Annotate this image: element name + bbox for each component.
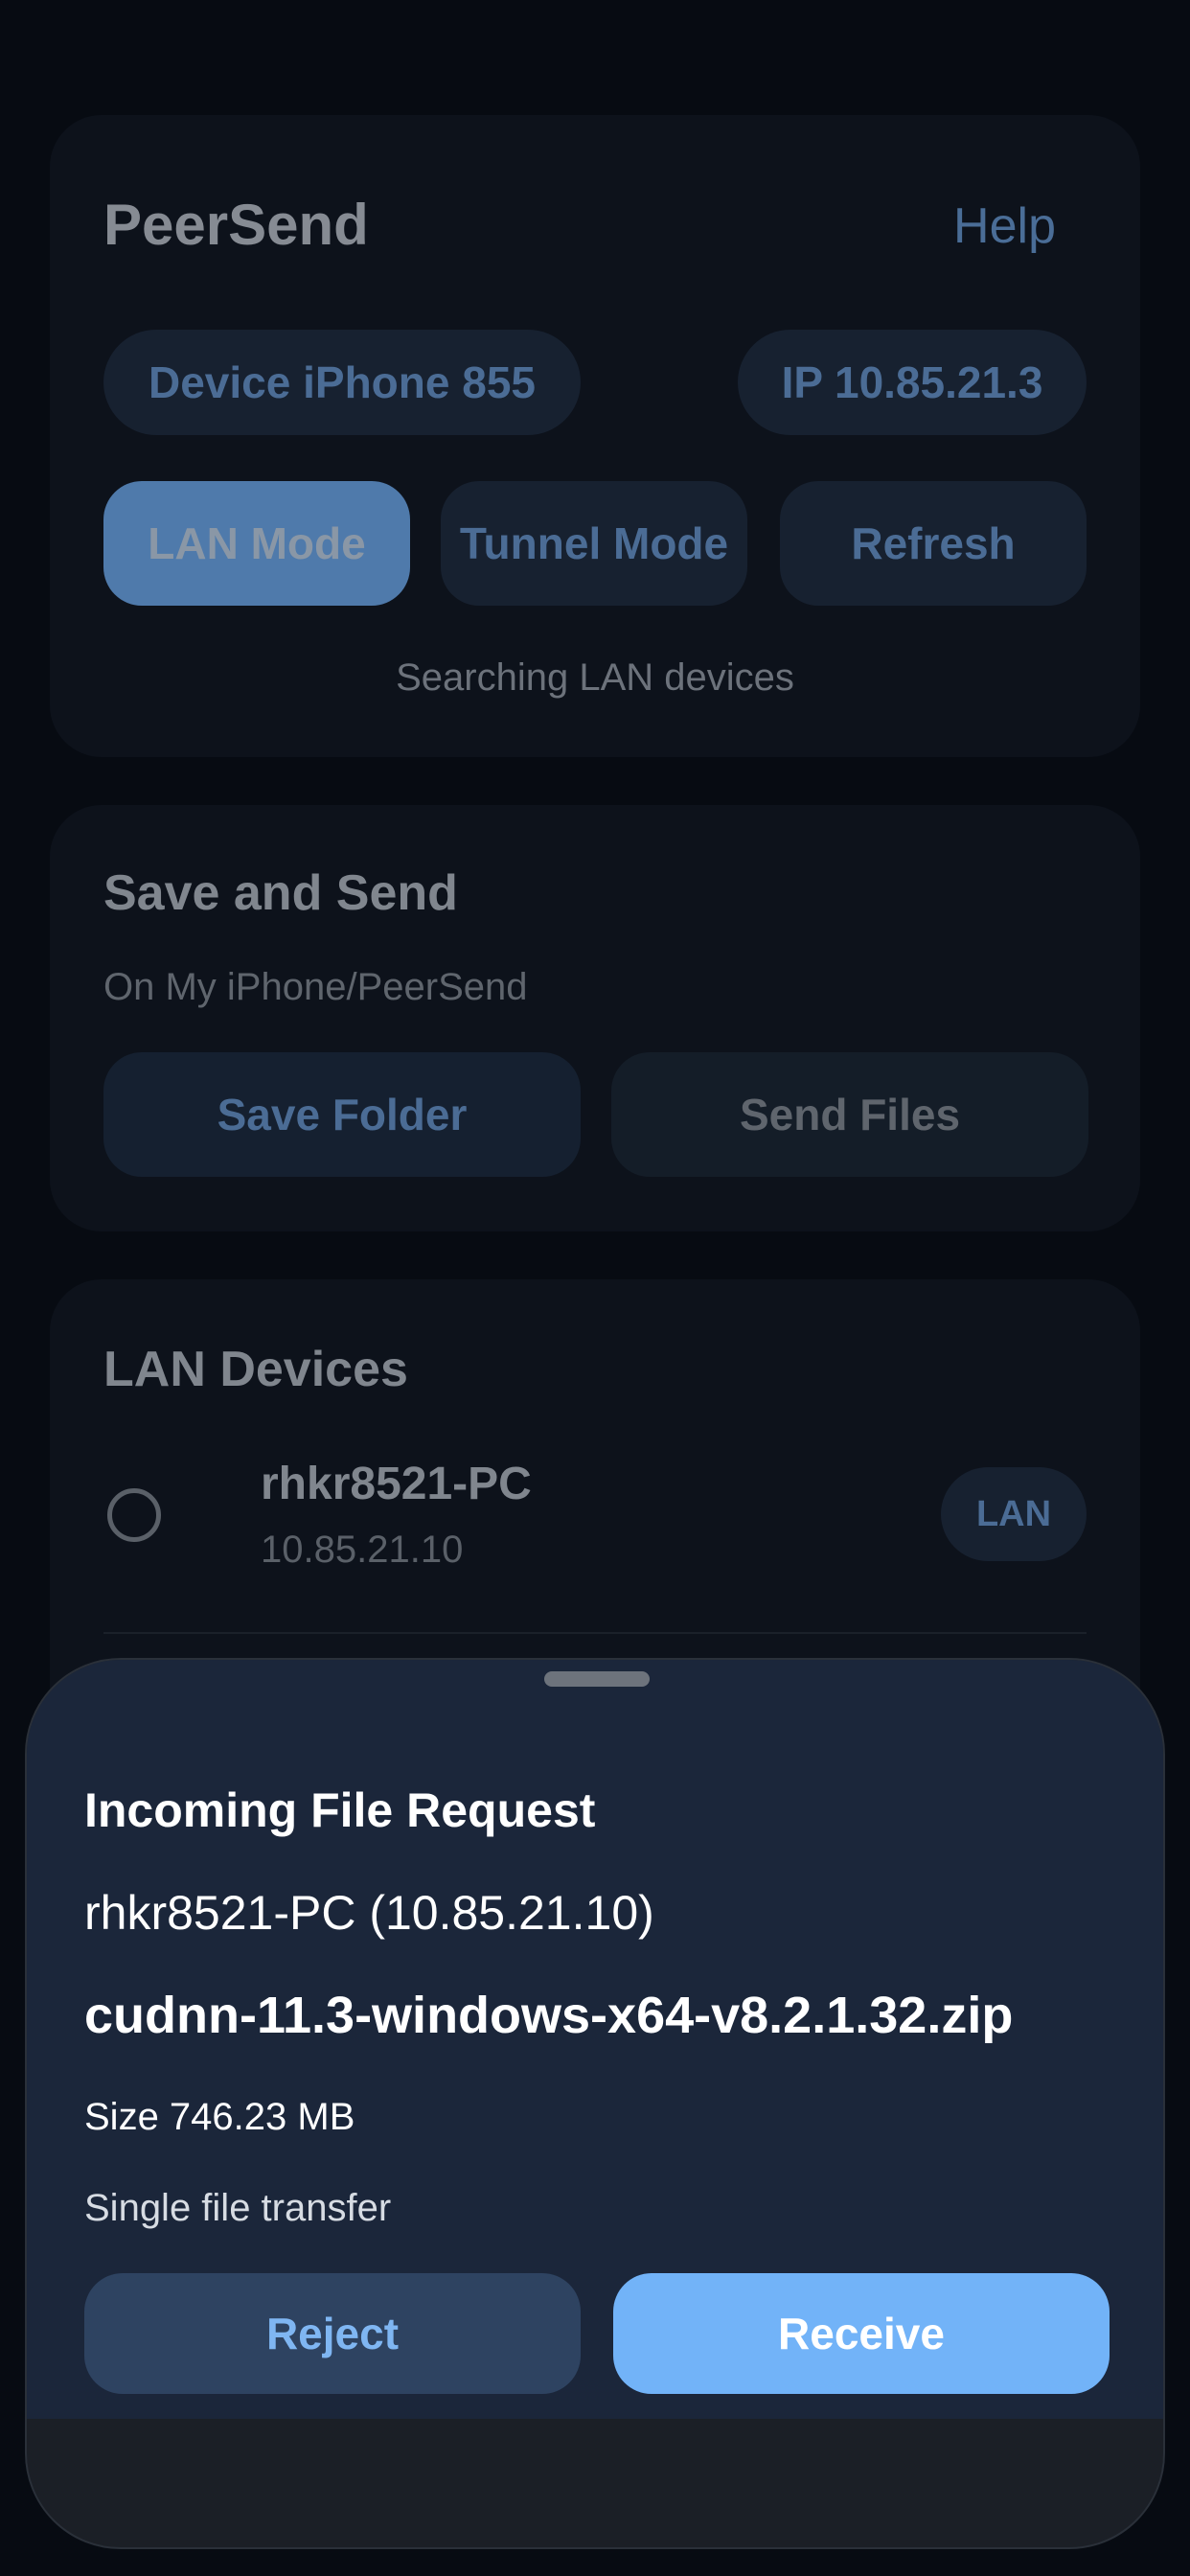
- search-status: Searching LAN devices: [396, 656, 794, 699]
- device-ip: 10.85.21.10: [261, 1529, 464, 1571]
- list-item[interactable]: rhkr8521-PC 10.85.21.10 LAN: [103, 1442, 1087, 1615]
- send-files-button[interactable]: Send Files: [611, 1052, 1088, 1177]
- receive-button[interactable]: Receive: [613, 2273, 1110, 2394]
- divider: [103, 1632, 1087, 1634]
- file-name: cudnn-11.3-windows-x64-v8.2.1.32.zip: [84, 1987, 1014, 2044]
- radio-icon[interactable]: [107, 1488, 161, 1542]
- incoming-request-sheet: Incoming File Request rhkr8521-PC (10.85…: [27, 1660, 1163, 2419]
- app-title: PeerSend: [103, 193, 369, 257]
- file-size: Size 746.23 MB: [84, 2096, 355, 2138]
- sheet-title: Incoming File Request: [84, 1783, 596, 1837]
- save-folder-button[interactable]: Save Folder: [103, 1052, 581, 1177]
- save-send-card: Save and Send On My iPhone/PeerSend Save…: [50, 805, 1140, 1231]
- lan-devices-title: LAN Devices: [103, 1342, 408, 1397]
- reject-button[interactable]: Reject: [84, 2273, 581, 2394]
- sender-info: rhkr8521-PC (10.85.21.10): [84, 1886, 654, 1940]
- sheet-grabber[interactable]: [544, 1671, 650, 1687]
- refresh-button[interactable]: Refresh: [780, 481, 1087, 606]
- save-send-title: Save and Send: [103, 865, 458, 921]
- connection-badge: LAN: [941, 1467, 1087, 1561]
- tunnel-mode-button[interactable]: Tunnel Mode: [441, 481, 747, 606]
- lan-mode-button[interactable]: LAN Mode: [103, 481, 410, 606]
- save-path: On My iPhone/PeerSend: [103, 966, 528, 1008]
- transfer-mode: Single file transfer: [84, 2187, 392, 2229]
- bottom-sheet-frame: Incoming File Request rhkr8521-PC (10.85…: [25, 1658, 1165, 2549]
- help-link[interactable]: Help: [953, 197, 1056, 255]
- device-name-pill: Device iPhone 855: [103, 330, 581, 435]
- header-card: PeerSend Help Device iPhone 855 IP 10.85…: [50, 115, 1140, 757]
- ip-address-pill: IP 10.85.21.3: [738, 330, 1087, 435]
- device-name: rhkr8521-PC: [261, 1459, 532, 1509]
